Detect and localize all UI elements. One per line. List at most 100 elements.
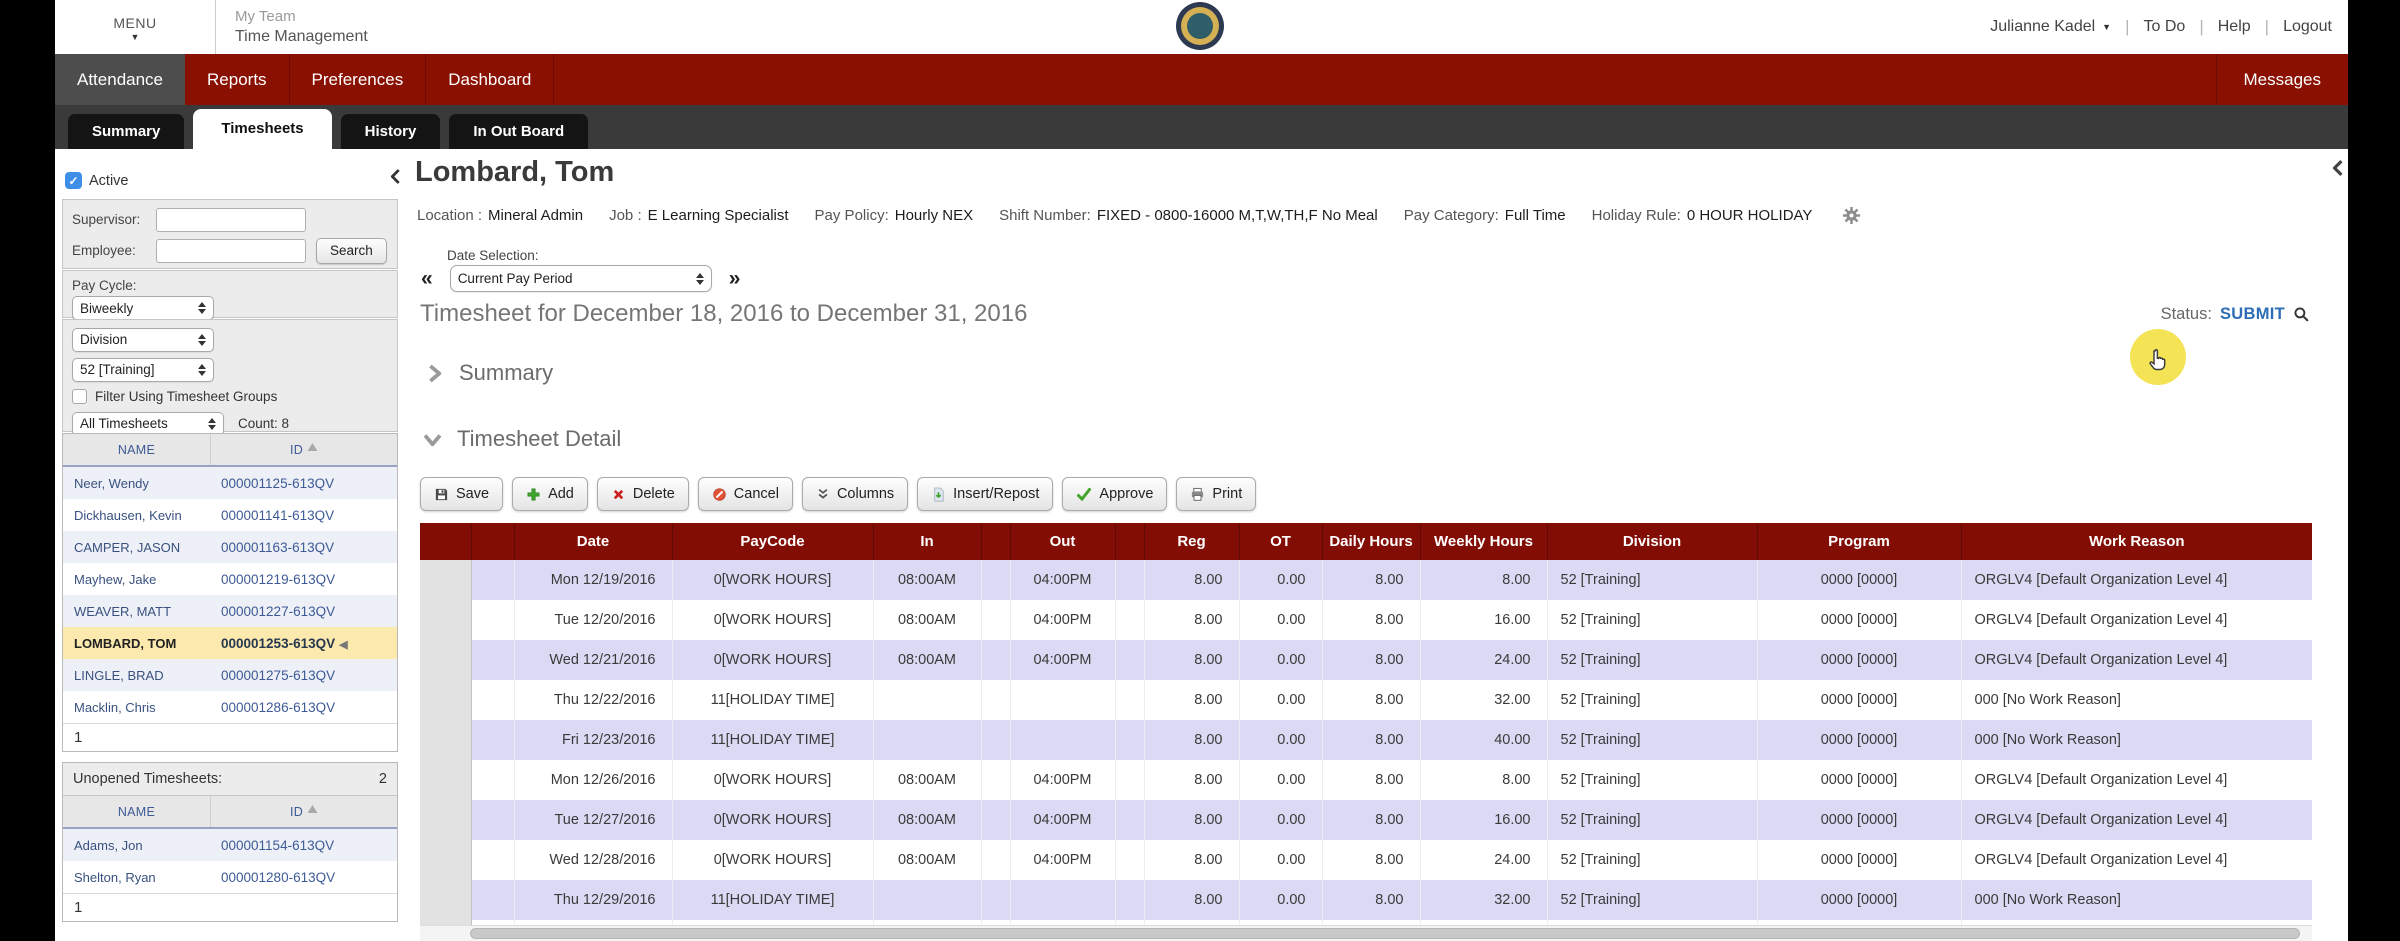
list-item-mayhew-jake[interactable]: Mayhew, Jake 000001219-613QV <box>63 563 397 595</box>
employee-id-link[interactable]: 000001227-613QV <box>211 604 397 619</box>
print-button[interactable]: Print <box>1176 477 1257 511</box>
status-submit-link[interactable]: SUBMIT <box>2220 305 2285 324</box>
sidebar-collapse-icon[interactable] <box>390 169 401 189</box>
row-selector-cell[interactable] <box>420 720 472 760</box>
column-header-out[interactable]: Out <box>1010 523 1116 560</box>
row-selector-cell[interactable] <box>420 680 472 720</box>
column-header-name[interactable]: NAME <box>63 434 211 465</box>
column-header-date[interactable]: Date <box>514 523 673 560</box>
employee-id-link[interactable]: 000001219-613QV <box>211 572 397 587</box>
unopened-pagination[interactable]: 1 <box>63 893 397 921</box>
add-button[interactable]: Add <box>512 477 588 511</box>
tab-summary[interactable]: Summary <box>68 114 185 149</box>
header-link-logout[interactable]: Logout <box>2283 18 2332 36</box>
nav-item-dashboard[interactable]: Dashboard <box>426 54 555 105</box>
tab-in-out-board[interactable]: In Out Board <box>449 114 589 149</box>
list-item-neer-wendy[interactable]: Neer, Wendy 000001125-613QV <box>63 467 397 499</box>
column-header-in[interactable]: In <box>873 523 982 560</box>
tab-history[interactable]: History <box>340 114 441 149</box>
menu-button[interactable]: MENU ▼ <box>55 0 215 54</box>
employee-id-link[interactable]: 000001286-613QV <box>211 700 397 715</box>
employee-id-link[interactable]: 000001280-613QV <box>211 870 397 885</box>
list-item-dickhausen-kevin[interactable]: Dickhausen, Kevin 000001141-613QV <box>63 499 397 531</box>
active-checkbox[interactable] <box>65 172 82 189</box>
user-menu[interactable]: Julianne Kadel ▼ <box>1990 18 2111 36</box>
table-row-wed-12-28-2016[interactable]: Wed 12/28/2016 0[WORK HOURS] 08:00AM 04:00P… <box>420 840 2312 880</box>
employee-input[interactable] <box>156 238 306 263</box>
search-button[interactable]: Search <box>316 237 387 264</box>
info-label: Job : <box>609 207 642 224</box>
employee-id-link[interactable]: 000001275-613QV <box>211 668 397 683</box>
row-selector-cell[interactable] <box>420 800 472 840</box>
row-selector-cell[interactable] <box>420 760 472 800</box>
list-item-shelton-ryan[interactable]: Shelton, Ryan 000001280-613QV <box>63 861 397 893</box>
tab-timesheets[interactable]: Timesheets <box>193 109 332 149</box>
table-row-mon-12-19-2016[interactable]: Mon 12/19/2016 0[WORK HOURS] 08:00AM 04:00P… <box>420 560 2312 600</box>
status-magnifier-icon[interactable] <box>2293 306 2310 323</box>
main-collapse-icon[interactable] <box>2332 160 2344 181</box>
delete-button[interactable]: Delete <box>596 477 689 511</box>
timesheets-select[interactable]: All Timesheets <box>72 411 224 436</box>
list-item-lombard-tom[interactable]: LOMBARD, TOM 000001253-613QV ◀ <box>63 627 397 659</box>
filter-type-select[interactable]: Division <box>72 327 214 352</box>
list-item-adams-jon[interactable]: Adams, Jon 000001154-613QV <box>63 829 397 861</box>
timesheet-groups-checkbox[interactable] <box>72 389 87 404</box>
pay-cycle-select[interactable]: Biweekly <box>72 296 214 320</box>
cell-division: 52 [Training] <box>1547 720 1758 760</box>
column-header-weekly-hours[interactable]: Weekly Hours <box>1420 523 1548 560</box>
row-selector-cell[interactable] <box>420 600 472 640</box>
table-row-thu-12-22-2016[interactable]: Thu 12/22/2016 11[HOLIDAY TIME] 8.00 0.00 8.… <box>420 680 2312 720</box>
column-header-name[interactable]: NAME <box>63 796 211 827</box>
supervisor-input[interactable] <box>156 207 306 232</box>
column-header-id[interactable]: ID <box>211 434 397 465</box>
column-header-ot[interactable]: OT <box>1239 523 1323 560</box>
previous-period-icon[interactable]: « <box>421 268 433 289</box>
employee-id-link[interactable]: 000001141-613QV <box>211 508 397 523</box>
table-row-tue-12-27-2016[interactable]: Tue 12/27/2016 0[WORK HOURS] 08:00AM 04:00P… <box>420 800 2312 840</box>
column-header-paycode[interactable]: PayCode <box>672 523 874 560</box>
nav-item-messages[interactable]: Messages <box>2215 54 2348 105</box>
employee-rows: Neer, Wendy 000001125-613QV Dickhausen, Ke… <box>63 467 397 723</box>
columns-button[interactable]: Columns <box>801 477 909 511</box>
employee-list-pagination[interactable]: 1 <box>63 723 397 751</box>
nav-item-reports[interactable]: Reports <box>185 54 290 105</box>
summary-section-toggle[interactable]: Summary <box>425 360 553 386</box>
date-selection-select[interactable]: Current Pay Period <box>449 265 712 292</box>
row-selector-cell[interactable] <box>420 560 472 600</box>
header-link-help[interactable]: Help <box>2218 18 2251 36</box>
employee-id-link[interactable]: 000001154-613QV <box>211 838 397 853</box>
list-item-camper-jason[interactable]: CAMPER, JASON 000001163-613QV <box>63 531 397 563</box>
column-header-work-reason[interactable]: Work Reason <box>1961 523 2312 560</box>
insert-repost-button[interactable]: Insert/Repost <box>917 477 1054 511</box>
table-row-wed-12-21-2016[interactable]: Wed 12/21/2016 0[WORK HOURS] 08:00AM 04:00P… <box>420 640 2312 680</box>
table-row-mon-12-26-2016[interactable]: Mon 12/26/2016 0[WORK HOURS] 08:00AM 04:00P… <box>420 760 2312 800</box>
column-header-program[interactable]: Program <box>1757 523 1962 560</box>
column-header-id[interactable]: ID <box>211 796 397 827</box>
table-row-thu-12-29-2016[interactable]: Thu 12/29/2016 11[HOLIDAY TIME] 8.00 0.00 8.… <box>420 880 2312 920</box>
list-item-macklin-chris[interactable]: Macklin, Chris 000001286-613QV <box>63 691 397 723</box>
filter-value-select[interactable]: 52 [Training] <box>72 357 214 382</box>
nav-item-attendance[interactable]: Attendance <box>55 54 186 105</box>
save-button[interactable]: Save <box>420 477 504 511</box>
employee-id-link[interactable]: 000001163-613QV <box>211 540 397 555</box>
row-selector-cell[interactable] <box>420 880 472 920</box>
list-item-lingle-brad[interactable]: LINGLE, BRAD 000001275-613QV <box>63 659 397 691</box>
employee-id-link[interactable]: 000001253-613QV ◀ <box>211 636 397 651</box>
gear-icon[interactable] <box>1842 206 1861 225</box>
row-selector-cell[interactable] <box>420 840 472 880</box>
column-header-daily-hours[interactable]: Daily Hours <box>1322 523 1421 560</box>
detail-section-toggle[interactable]: Timesheet Detail <box>423 426 621 452</box>
table-row-tue-12-20-2016[interactable]: Tue 12/20/2016 0[WORK HOURS] 08:00AM 04:00P… <box>420 600 2312 640</box>
column-header-reg[interactable]: Reg <box>1144 523 1240 560</box>
approve-button[interactable]: Approve <box>1062 477 1168 511</box>
list-item-weaver-matt[interactable]: WEAVER, MATT 000001227-613QV <box>63 595 397 627</box>
table-row-fri-12-23-2016[interactable]: Fri 12/23/2016 11[HOLIDAY TIME] 8.00 0.00 8.… <box>420 720 2312 760</box>
header-link-to-do[interactable]: To Do <box>2144 18 2186 36</box>
employee-id-link[interactable]: 000001125-613QV <box>211 476 397 491</box>
next-period-icon[interactable]: » <box>729 268 741 289</box>
column-header-division[interactable]: Division <box>1547 523 1758 560</box>
nav-item-preferences[interactable]: Preferences <box>290 54 427 105</box>
row-selector-cell[interactable] <box>420 640 472 680</box>
cancel-button[interactable]: Cancel <box>697 477 793 511</box>
horizontal-scrollbar-thumb[interactable] <box>470 928 2300 939</box>
